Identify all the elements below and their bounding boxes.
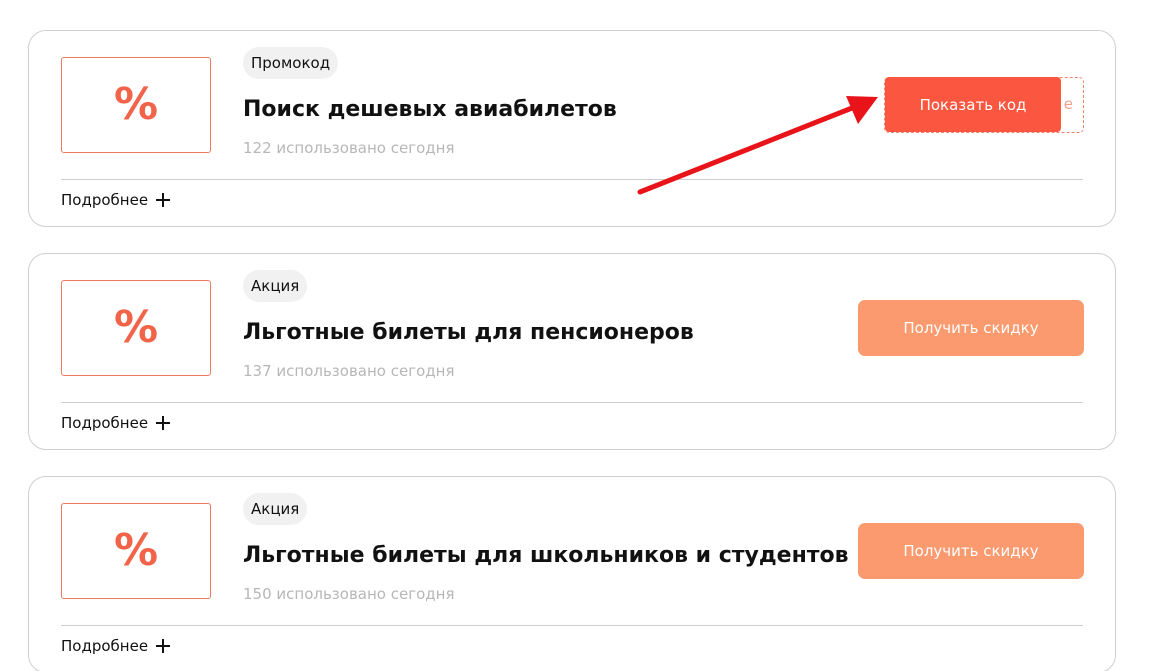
more-details-label: Подробнее [61, 414, 149, 432]
plus-icon [156, 193, 171, 207]
more-details-toggle[interactable]: Подробнее [61, 188, 171, 212]
card-divider [61, 625, 1083, 626]
more-details-label: Подробнее [61, 637, 149, 655]
more-details-label: Подробнее [61, 191, 149, 209]
offer-title[interactable]: Поиск дешевых авиабилетов [243, 95, 617, 125]
more-details-toggle[interactable]: Подробнее [61, 634, 171, 658]
offer-card-deal: % Акция Льготные билеты для школьников и… [28, 476, 1116, 671]
percent-icon: % [113, 79, 159, 130]
offer-title[interactable]: Льготные билеты для пенсионеров [243, 318, 694, 348]
plus-icon [156, 416, 171, 430]
get-discount-button[interactable]: Получить скидку [858, 300, 1084, 356]
offer-logo[interactable]: % [61, 280, 211, 376]
offer-type-badge: Акция [243, 493, 308, 525]
plus-icon [156, 639, 171, 653]
offers-list: % Промокод Поиск дешевых авиабилетов 122… [0, 0, 1164, 671]
promo-code-peek: e [1063, 95, 1073, 113]
show-code-button[interactable]: Показать код [885, 77, 1061, 132]
card-divider [61, 179, 1083, 180]
more-details-toggle[interactable]: Подробнее [61, 411, 171, 435]
offer-type-badge: Промокод [243, 47, 339, 79]
usage-count: 150 использовано сегодня [243, 585, 455, 603]
offer-type-badge: Акция [243, 270, 308, 302]
usage-count: 137 использовано сегодня [243, 362, 455, 380]
offer-logo[interactable]: % [61, 57, 211, 153]
percent-icon: % [113, 525, 159, 576]
card-divider [61, 402, 1083, 403]
usage-count: 122 использовано сегодня [243, 139, 455, 157]
percent-icon: % [113, 302, 159, 353]
offer-title[interactable]: Льготные билеты для школьников и студент… [243, 541, 849, 571]
offer-card-promo: % Промокод Поиск дешевых авиабилетов 122… [28, 30, 1116, 227]
get-discount-button[interactable]: Получить скидку [858, 523, 1084, 579]
offer-card-deal: % Акция Льготные билеты для пенсионеров … [28, 253, 1116, 450]
offer-logo[interactable]: % [61, 503, 211, 599]
